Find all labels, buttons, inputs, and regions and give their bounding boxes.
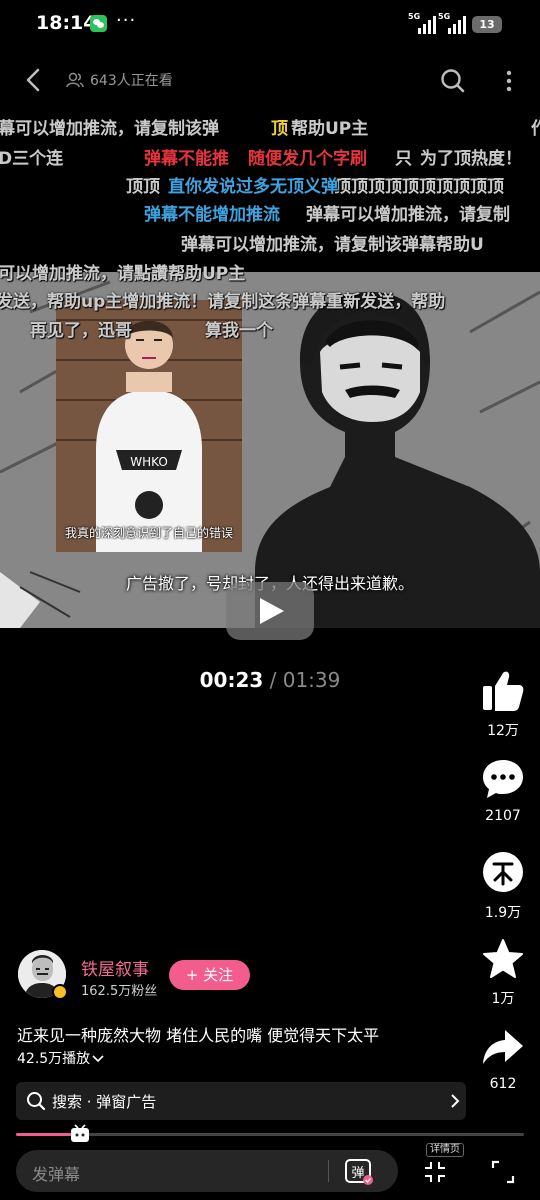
wechat-icon <box>90 15 107 32</box>
danmaku-item: 为了顶热度！ <box>420 149 522 169</box>
danmaku-toggle-button[interactable]: 弹 <box>344 1158 374 1186</box>
chevron-down-icon <box>92 1055 104 1063</box>
danmaku-item: 可以增加推流，请點讚帮助UP主 <box>0 264 246 284</box>
danmaku-item: 弹幕不能增加推流 <box>144 205 280 225</box>
star-icon <box>483 939 523 978</box>
share-count: 612 <box>489 1076 517 1092</box>
coin-count: 1.9万 <box>484 905 522 921</box>
viewer-count: 643人正在看 <box>66 70 173 90</box>
danmaku-item: 算我一个 <box>205 321 273 341</box>
more-status-icon: ··· <box>116 10 137 31</box>
danmaku-item: 弹幕不能推 <box>144 149 229 169</box>
svg-text:WHKO: WHKO <box>130 455 168 469</box>
danmaku-item: 顶顶 <box>126 177 160 197</box>
danmaku-item: 发送，帮助up主增加推流！请复制这条弹幕重新发送，帮助 <box>0 292 446 312</box>
progress-thumb-icon[interactable] <box>69 1124 91 1144</box>
thumbs-up-icon <box>483 671 524 711</box>
danmaku-item: 幕可以增加推流，请复制该弹 <box>0 119 219 139</box>
danmaku-input[interactable]: 发弹幕 <box>16 1150 398 1192</box>
status-bar: 18:14 ··· 5G 5G 13 <box>0 0 540 50</box>
play-count-text: 42.5万播放 <box>17 1051 91 1067</box>
danmaku-item: 顶顶顶顶顶顶顶顶顶顶 <box>334 177 504 197</box>
share-icon <box>483 1030 523 1064</box>
play-icon <box>260 598 284 624</box>
comment-button[interactable]: 2107 <box>476 758 530 824</box>
search-icon <box>27 1092 46 1111</box>
network-type: 5G <box>408 12 421 21</box>
divider <box>328 1160 329 1182</box>
coin-icon <box>483 852 523 892</box>
follow-button[interactable]: + 关注 <box>169 960 250 990</box>
danmaku-toggle-label: 弹 <box>351 1166 364 1181</box>
search-suggestion-bar[interactable]: 搜索 · 弹窗广告 <box>16 1082 466 1120</box>
chevron-right-icon <box>451 1094 460 1108</box>
favorite-count: 1万 <box>491 991 515 1007</box>
current-time: 00:23 <box>199 668 264 692</box>
video-title: 近来见一种庞然大物 堵住人民的嘴 便觉得天下太平 <box>17 1026 380 1045</box>
like-button[interactable]: 12万 <box>476 670 530 740</box>
comment-icon <box>483 760 523 798</box>
play-count[interactable]: 42.5万播放 <box>17 1048 104 1068</box>
detail-page-label[interactable]: 详情页 <box>426 1143 464 1157</box>
network-type: 5G <box>438 12 451 21</box>
danmaku-item: 顶 <box>271 119 288 139</box>
author-name[interactable]: 铁屋叙事 <box>81 955 149 980</box>
danmaku-item: D三个连 <box>0 149 64 169</box>
inset-video-caption: 我真的深刻意识到了自己的错误 <box>64 526 233 540</box>
viewer-count-text: 643人正在看 <box>90 73 173 89</box>
search-suggestion-text: 搜索 · 弹窗广告 <box>52 1093 157 1111</box>
danmaku-item: 再见了，迅哥 <box>30 321 132 341</box>
play-button[interactable] <box>226 582 314 640</box>
battery-icon: 13 <box>472 16 502 33</box>
danmaku-item: 只 <box>395 149 412 169</box>
danmaku-item: 帮助UP主 <box>291 119 369 139</box>
progress-bar[interactable] <box>16 1133 524 1136</box>
exit-fullscreen-icon[interactable] <box>423 1160 447 1184</box>
more-options-icon[interactable] <box>500 68 518 94</box>
danmaku-item: 作 <box>531 119 540 139</box>
playback-time: 00:23 / 01:39 <box>0 668 540 692</box>
danmaku-item: 随便发几个字刷 <box>248 149 367 169</box>
signal-icon: 5G <box>438 12 468 34</box>
signal-icon: 5G <box>408 12 438 34</box>
comment-count: 2107 <box>485 808 521 824</box>
verified-badge-icon <box>52 984 68 1000</box>
danmaku-item: 弹幕可以增加推流，请复制该弹幕帮助U <box>181 235 484 255</box>
danmaku-input-placeholder: 发弹幕 <box>32 1165 81 1184</box>
favorite-button[interactable]: 1万 <box>476 938 530 1008</box>
danmaku-item: 弹幕可以增加推流，请复制 <box>306 205 510 225</box>
share-button[interactable]: 612 <box>476 1028 530 1092</box>
search-icon[interactable] <box>440 68 466 94</box>
status-time: 18:14 <box>36 12 97 34</box>
people-icon <box>66 72 84 88</box>
danmaku-toggle-icon: 弹 <box>345 1159 373 1185</box>
danmaku-item: 直你发说过多无顶义弹 <box>168 177 338 197</box>
fan-count: 162.5万粉丝 <box>81 984 158 999</box>
back-button[interactable] <box>20 66 48 94</box>
coin-button[interactable]: 1.9万 <box>476 850 530 922</box>
like-count: 12万 <box>487 723 519 739</box>
fullscreen-icon[interactable] <box>491 1160 515 1184</box>
time-separator: / <box>263 668 283 692</box>
total-time: 01:39 <box>282 668 341 692</box>
